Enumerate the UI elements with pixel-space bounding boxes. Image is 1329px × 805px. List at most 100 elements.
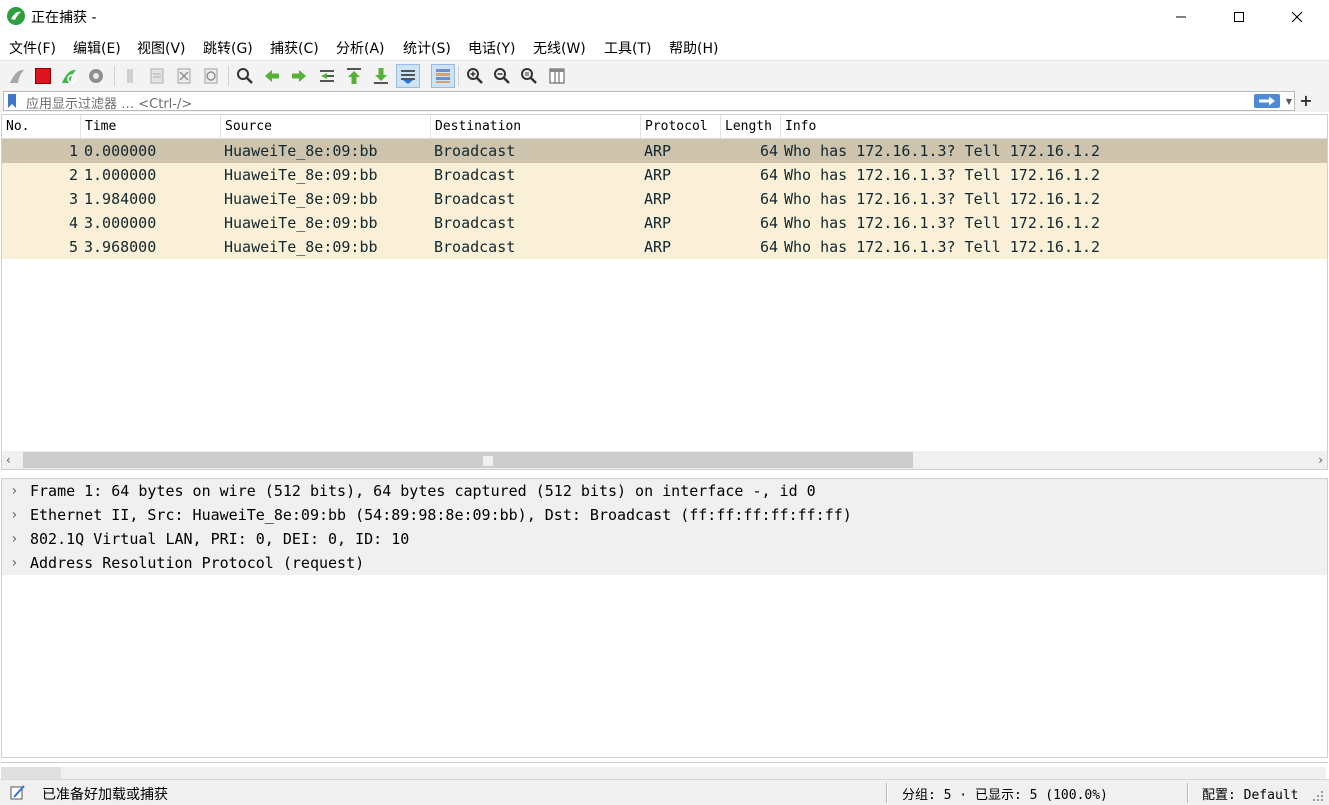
packet-row[interactable]: 2 1.000000 HuaweiTe_8e:09:bb Broadcast A… bbox=[2, 163, 1327, 187]
detail-text: Ethernet II, Src: HuaweiTe_8e:09:bb (54:… bbox=[30, 506, 852, 524]
scroll-left-icon[interactable]: ‹ bbox=[6, 453, 18, 467]
detail-tree-item[interactable]: › Address Resolution Protocol (request) bbox=[2, 551, 1327, 575]
menu-file[interactable]: 文件(F) bbox=[9, 38, 56, 58]
column-header-no[interactable]: No. bbox=[2, 115, 81, 139]
column-header-length[interactable]: Length bbox=[721, 115, 781, 139]
go-forward-icon bbox=[292, 70, 306, 82]
shark-fin-start-icon bbox=[10, 69, 24, 83]
packet-list-pane: No. Time Source Destination Protocol Len… bbox=[1, 114, 1328, 470]
cell-no: 3 bbox=[68, 190, 78, 208]
cell-protocol: ARP bbox=[644, 214, 672, 232]
go-to-packet-button[interactable] bbox=[315, 64, 339, 88]
add-filter-button[interactable]: + bbox=[1299, 91, 1313, 110]
expand-arrow-icon[interactable]: › bbox=[10, 479, 18, 503]
cell-source: HuaweiTe_8e:09:bb bbox=[224, 142, 378, 160]
apply-filter-button[interactable] bbox=[1254, 94, 1280, 108]
menu-edit[interactable]: 编辑(E) bbox=[73, 38, 121, 58]
go-back-button[interactable] bbox=[260, 64, 284, 88]
cell-source: HuaweiTe_8e:09:bb bbox=[224, 214, 378, 232]
detail-tree-item[interactable]: › Ethernet II, Src: HuaweiTe_8e:09:bb (5… bbox=[2, 503, 1327, 527]
expand-arrow-icon[interactable]: › bbox=[10, 503, 18, 527]
colorize-button[interactable] bbox=[431, 64, 455, 88]
cell-length: 64 bbox=[759, 142, 778, 160]
close-file-button[interactable] bbox=[172, 64, 196, 88]
menu-bar: 文件(F) 编辑(E) 视图(V) 跳转(G) 捕获(C) 分析(A) 统计(S… bbox=[0, 34, 1329, 60]
zoom-out-button[interactable] bbox=[490, 64, 514, 88]
capture-options-button[interactable] bbox=[84, 64, 108, 88]
expand-arrow-icon[interactable]: › bbox=[10, 551, 18, 575]
maximize-icon bbox=[1234, 12, 1244, 22]
expert-info-icon[interactable] bbox=[10, 784, 26, 800]
column-header-destination[interactable]: Destination bbox=[431, 115, 641, 139]
go-to-packet-icon bbox=[320, 70, 334, 82]
cell-destination: Broadcast bbox=[434, 190, 516, 208]
wireshark-app-icon bbox=[7, 7, 25, 25]
expand-arrow-icon[interactable]: › bbox=[10, 527, 18, 551]
cell-no: 5 bbox=[68, 238, 78, 256]
scroll-right-icon[interactable]: › bbox=[1311, 453, 1323, 467]
cell-protocol: ARP bbox=[644, 166, 672, 184]
packet-row[interactable]: 3 1.984000 HuaweiTe_8e:09:bb Broadcast A… bbox=[2, 187, 1327, 211]
minimize-button[interactable] bbox=[1152, 0, 1210, 34]
scrollbar-thumb[interactable] bbox=[23, 452, 913, 468]
arrow-right-icon bbox=[1259, 96, 1275, 106]
resize-grip-icon[interactable] bbox=[1312, 790, 1324, 802]
go-back-icon bbox=[265, 70, 279, 82]
scrollbar-thumb[interactable] bbox=[1, 767, 61, 779]
toolbar-separator bbox=[114, 66, 115, 86]
packet-row[interactable]: 5 3.968000 HuaweiTe_8e:09:bb Broadcast A… bbox=[2, 235, 1327, 259]
autoscroll-button[interactable] bbox=[396, 64, 420, 88]
filter-history-dropdown[interactable]: ▼ bbox=[1284, 94, 1294, 108]
open-file-button[interactable] bbox=[118, 64, 142, 88]
cell-no: 4 bbox=[68, 214, 78, 232]
menu-telephony[interactable]: 电话(Y) bbox=[468, 38, 515, 58]
zoom-normal-button[interactable] bbox=[517, 64, 541, 88]
menu-analyze[interactable]: 分析(A) bbox=[336, 38, 385, 58]
bytes-horizontal-scrollbar[interactable] bbox=[1, 767, 1326, 779]
column-header-source[interactable]: Source bbox=[221, 115, 431, 139]
display-filter-input[interactable]: 应用显示过滤器 … <Ctrl-/> ▼ bbox=[3, 91, 1295, 112]
menu-go[interactable]: 跳转(G) bbox=[203, 38, 253, 58]
maximize-button[interactable] bbox=[1210, 0, 1268, 34]
cell-protocol: ARP bbox=[644, 142, 672, 160]
status-ready-text: 已准备好加载或捕获 bbox=[42, 787, 168, 803]
menu-statistics[interactable]: 统计(S) bbox=[403, 38, 451, 58]
stop-capture-button[interactable] bbox=[31, 64, 55, 88]
save-file-button[interactable] bbox=[145, 64, 169, 88]
go-last-button[interactable] bbox=[369, 64, 393, 88]
save-file-icon bbox=[150, 68, 164, 84]
zoom-in-button[interactable] bbox=[463, 64, 487, 88]
close-button[interactable] bbox=[1268, 0, 1326, 34]
zoom-out-icon bbox=[494, 68, 510, 84]
column-header-protocol[interactable]: Protocol bbox=[641, 115, 721, 139]
status-profile[interactable]: 配置: Default bbox=[1202, 784, 1298, 803]
menu-help[interactable]: 帮助(H) bbox=[669, 38, 718, 58]
reload-file-button[interactable] bbox=[199, 64, 223, 88]
menu-capture[interactable]: 捕获(C) bbox=[270, 38, 319, 58]
bookmark-icon[interactable] bbox=[7, 94, 17, 108]
detail-text: 802.1Q Virtual LAN, PRI: 0, DEI: 0, ID: … bbox=[30, 530, 410, 548]
capture-options-icon bbox=[89, 69, 103, 83]
packet-row[interactable]: 4 3.000000 HuaweiTe_8e:09:bb Broadcast A… bbox=[2, 211, 1327, 235]
menu-tools[interactable]: 工具(T) bbox=[604, 38, 651, 58]
restart-capture-button[interactable] bbox=[57, 64, 81, 88]
cell-info: Who has 172.16.1.3? Tell 172.16.1.2 bbox=[784, 238, 1101, 256]
menu-view[interactable]: 视图(V) bbox=[137, 38, 186, 58]
title-bar: 正在捕获 - bbox=[0, 0, 1329, 34]
packet-list-horizontal-scrollbar[interactable]: ‹ › bbox=[2, 451, 1327, 469]
go-first-button[interactable] bbox=[342, 64, 366, 88]
find-packet-button[interactable] bbox=[233, 64, 257, 88]
cell-time: 3.968000 bbox=[84, 238, 157, 256]
go-forward-button[interactable] bbox=[287, 64, 311, 88]
cell-info: Who has 172.16.1.3? Tell 172.16.1.2 bbox=[784, 166, 1101, 184]
detail-tree-item[interactable]: › Frame 1: 64 bytes on wire (512 bits), … bbox=[2, 479, 1327, 503]
resize-columns-button[interactable] bbox=[545, 64, 569, 88]
zoom-normal-icon bbox=[521, 68, 537, 84]
column-header-info[interactable]: Info bbox=[781, 115, 1327, 139]
column-header-time[interactable]: Time bbox=[81, 115, 221, 139]
packet-row[interactable]: 1 0.000000 HuaweiTe_8e:09:bb Broadcast A… bbox=[2, 139, 1327, 163]
start-capture-button[interactable] bbox=[5, 64, 29, 88]
status-bar: 已准备好加载或捕获 分组: 5 · 已显示: 5 (100.0%) 配置: De… bbox=[0, 779, 1329, 805]
detail-tree-item[interactable]: › 802.1Q Virtual LAN, PRI: 0, DEI: 0, ID… bbox=[2, 527, 1327, 551]
menu-wireless[interactable]: 无线(W) bbox=[533, 38, 586, 58]
